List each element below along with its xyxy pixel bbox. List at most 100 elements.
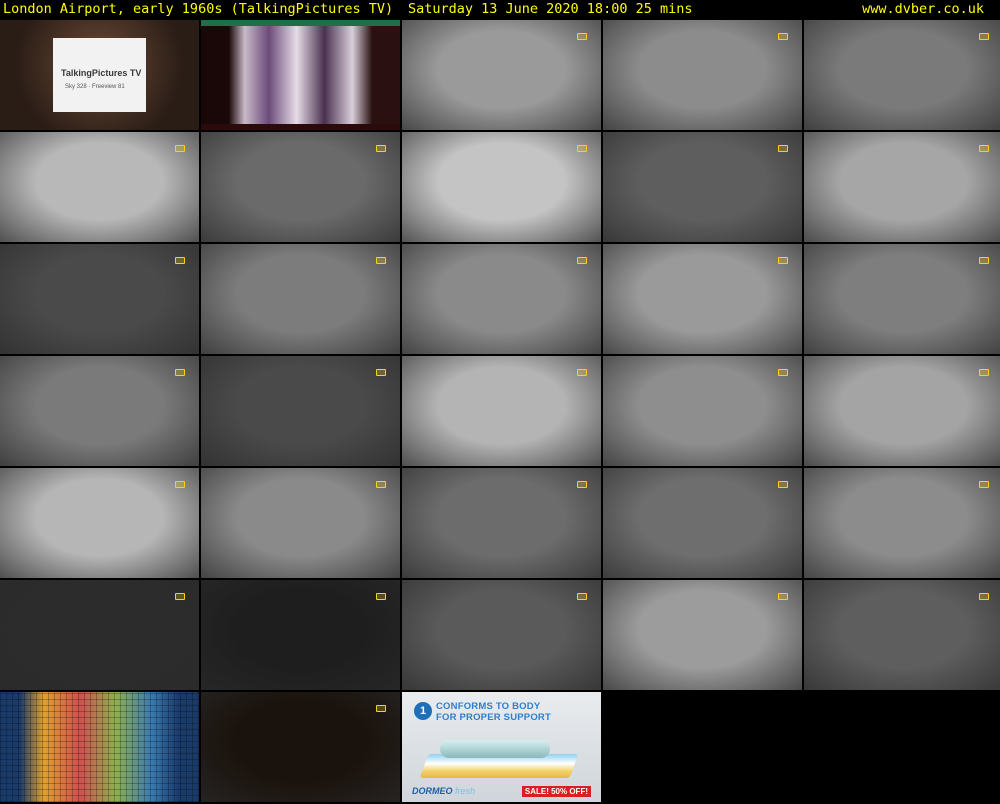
thumbnail[interactable] xyxy=(0,580,199,690)
thumbnail-frame xyxy=(201,468,400,578)
channel-badge-icon xyxy=(778,593,788,600)
thumbnail-frame xyxy=(804,20,1000,130)
thumbnail-frame xyxy=(804,468,1000,578)
channel-badge-icon xyxy=(577,145,587,152)
thumbnail-frame xyxy=(0,356,199,466)
ad-sale-badge: SALE! 50% OFF! xyxy=(521,786,591,797)
header-bar: London Airport, early 1960s (TalkingPict… xyxy=(0,0,1000,18)
thumbnail[interactable] xyxy=(603,20,802,130)
thumbnail-frame xyxy=(201,244,400,354)
channel-badge-icon xyxy=(577,369,587,376)
thumbnail[interactable] xyxy=(201,20,400,130)
thumbnail[interactable] xyxy=(0,244,199,354)
thumbnail-frame xyxy=(0,580,199,690)
thumbnail[interactable] xyxy=(201,468,400,578)
thumbnail[interactable] xyxy=(201,356,400,466)
thumbnail-frame xyxy=(402,580,601,690)
thumbnail[interactable] xyxy=(603,244,802,354)
thumbnail-frame xyxy=(402,244,601,354)
site-link[interactable]: www.dvber.co.uk xyxy=(862,0,984,18)
thumbnail-frame xyxy=(402,132,601,242)
thumbnail[interactable] xyxy=(0,356,199,466)
thumbnail[interactable] xyxy=(0,132,199,242)
thumbnail[interactable] xyxy=(603,468,802,578)
ad-brand: DORMEO fresh xyxy=(412,786,475,796)
thumbnail[interactable] xyxy=(804,356,1000,466)
thumbnail-frame xyxy=(402,356,601,466)
thumbnail-frame xyxy=(804,356,1000,466)
thumbnail[interactable] xyxy=(201,580,400,690)
thumbnail-frame xyxy=(603,468,802,578)
thumbnail[interactable] xyxy=(603,356,802,466)
channel-badge-icon xyxy=(979,145,989,152)
tv-logo-sub: Sky 328 · Freeview 81 xyxy=(65,84,125,90)
thumbnail-frame xyxy=(0,692,199,802)
thumbnail[interactable] xyxy=(603,132,802,242)
thumbnail[interactable] xyxy=(804,580,1000,690)
channel-badge-icon xyxy=(376,145,386,152)
thumbnail[interactable] xyxy=(603,580,802,690)
channel-badge-icon xyxy=(778,481,788,488)
channel-badge-icon xyxy=(778,369,788,376)
thumbnail[interactable] xyxy=(402,132,601,242)
thumbnail-frame xyxy=(603,132,802,242)
channel-badge-icon xyxy=(175,593,185,600)
thumbnail-frame xyxy=(0,132,199,242)
broadcast-datetime: Saturday 13 June 2020 18:00 25 mins xyxy=(408,1,693,17)
thumbnail-frame xyxy=(603,244,802,354)
thumbnail-frame xyxy=(402,20,601,130)
channel-badge-icon xyxy=(376,481,386,488)
thumbnail[interactable] xyxy=(804,20,1000,130)
channel-badge-icon xyxy=(778,33,788,40)
thumbnail[interactable] xyxy=(0,468,199,578)
thumbnail[interactable] xyxy=(201,132,400,242)
channel-badge-icon xyxy=(979,481,989,488)
thumbnail-frame xyxy=(0,244,199,354)
channel-badge-icon xyxy=(979,369,989,376)
channel-badge-icon xyxy=(376,705,386,712)
thumbnail[interactable] xyxy=(402,356,601,466)
thumbnail[interactable]: TalkingPictures TV Sky 328 · Freeview 81 xyxy=(0,20,199,130)
thumbnail-frame xyxy=(0,468,199,578)
thumbnail[interactable] xyxy=(402,244,601,354)
channel-badge-icon xyxy=(577,33,587,40)
thumbnail[interactable] xyxy=(201,244,400,354)
thumbnail[interactable]: 1 CONFORMS TO BODY FOR PROPER SUPPORT DORME… xyxy=(402,692,601,802)
thumbnail-frame xyxy=(201,692,400,802)
channel-badge-icon xyxy=(979,257,989,264)
channel-badge-icon xyxy=(577,257,587,264)
thumbnail-frame xyxy=(201,132,400,242)
channel-badge-icon xyxy=(175,481,185,488)
channel-badge-icon xyxy=(577,481,587,488)
thumbnail[interactable] xyxy=(402,468,601,578)
channel-badge-icon xyxy=(175,145,185,152)
channel-badge-icon xyxy=(979,593,989,600)
thumbnail-frame xyxy=(201,356,400,466)
thumbnail-frame xyxy=(603,20,802,130)
ad-headline-2: FOR PROPER SUPPORT xyxy=(436,712,551,723)
channel-badge-icon xyxy=(778,145,788,152)
channel-badge-icon xyxy=(376,257,386,264)
thumbnail[interactable] xyxy=(402,580,601,690)
thumbnail-frame xyxy=(603,356,802,466)
ad-headline-1: CONFORMS TO BODY xyxy=(436,701,541,712)
thumbnail-frame xyxy=(201,20,400,130)
thumbnail[interactable] xyxy=(402,20,601,130)
thumbnail-grid: TalkingPictures TV Sky 328 · Freeview 81 1… xyxy=(0,20,1000,804)
thumbnail[interactable] xyxy=(804,468,1000,578)
thumbnail[interactable] xyxy=(804,132,1000,242)
channel-badge-icon xyxy=(979,33,989,40)
thumbnail-frame xyxy=(804,244,1000,354)
thumbnail-frame xyxy=(402,468,601,578)
ad-step-number: 1 xyxy=(414,702,432,720)
body-figure-image xyxy=(440,740,550,758)
thumbnail[interactable] xyxy=(0,692,199,802)
channel-badge-icon xyxy=(376,369,386,376)
tv-logo-text: TalkingPictures TV xyxy=(61,68,142,78)
channel-badge-icon xyxy=(376,593,386,600)
thumbnail[interactable] xyxy=(804,244,1000,354)
programme-title: London Airport, early 1960s (TalkingPict… xyxy=(3,1,394,17)
thumbnail[interactable] xyxy=(201,692,400,802)
thumbnail-frame xyxy=(201,580,400,690)
thumbnail-frame xyxy=(804,132,1000,242)
